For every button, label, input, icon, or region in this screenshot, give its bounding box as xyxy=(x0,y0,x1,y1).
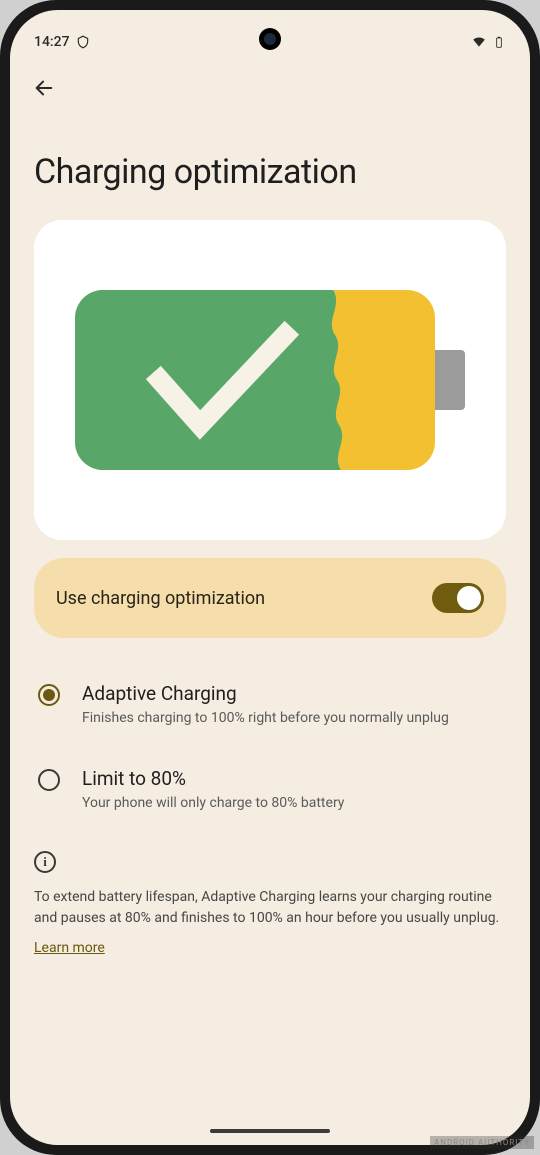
battery-illustration xyxy=(75,280,465,480)
option-description: Your phone will only charge to 80% batte… xyxy=(82,794,496,814)
toggle-card[interactable]: Use charging optimization xyxy=(34,558,506,638)
status-time: 14:27 xyxy=(34,34,70,50)
option-title: Adaptive Charging xyxy=(82,682,496,705)
info-section: i To extend battery lifespan, Adaptive C… xyxy=(34,851,506,956)
back-button[interactable] xyxy=(28,72,60,104)
radio-button[interactable] xyxy=(38,684,60,706)
toggle-knob xyxy=(457,586,481,610)
learn-more-link[interactable]: Learn more xyxy=(34,940,105,956)
home-indicator[interactable] xyxy=(210,1129,330,1133)
wifi-icon xyxy=(472,35,486,49)
radio-button[interactable] xyxy=(38,769,60,791)
toggle-label: Use charging optimization xyxy=(56,588,265,609)
arrow-left-icon xyxy=(33,77,55,99)
info-text: To extend battery lifespan, Adaptive Cha… xyxy=(34,887,506,929)
option-limit-80[interactable]: Limit to 80% Your phone will only charge… xyxy=(38,767,506,814)
page-title: Charging optimization xyxy=(34,152,506,192)
illustration-card xyxy=(34,220,506,540)
info-icon: i xyxy=(34,851,56,873)
camera-notch xyxy=(259,28,281,50)
watermark: ANDROID AUTHORITY xyxy=(430,1136,534,1149)
option-title: Limit to 80% xyxy=(82,767,496,790)
option-description: Finishes charging to 100% right before y… xyxy=(82,709,496,729)
shield-icon xyxy=(76,35,90,49)
option-adaptive-charging[interactable]: Adaptive Charging Finishes charging to 1… xyxy=(38,682,506,729)
toggle-switch[interactable] xyxy=(432,583,484,613)
battery-status-icon xyxy=(492,35,506,49)
